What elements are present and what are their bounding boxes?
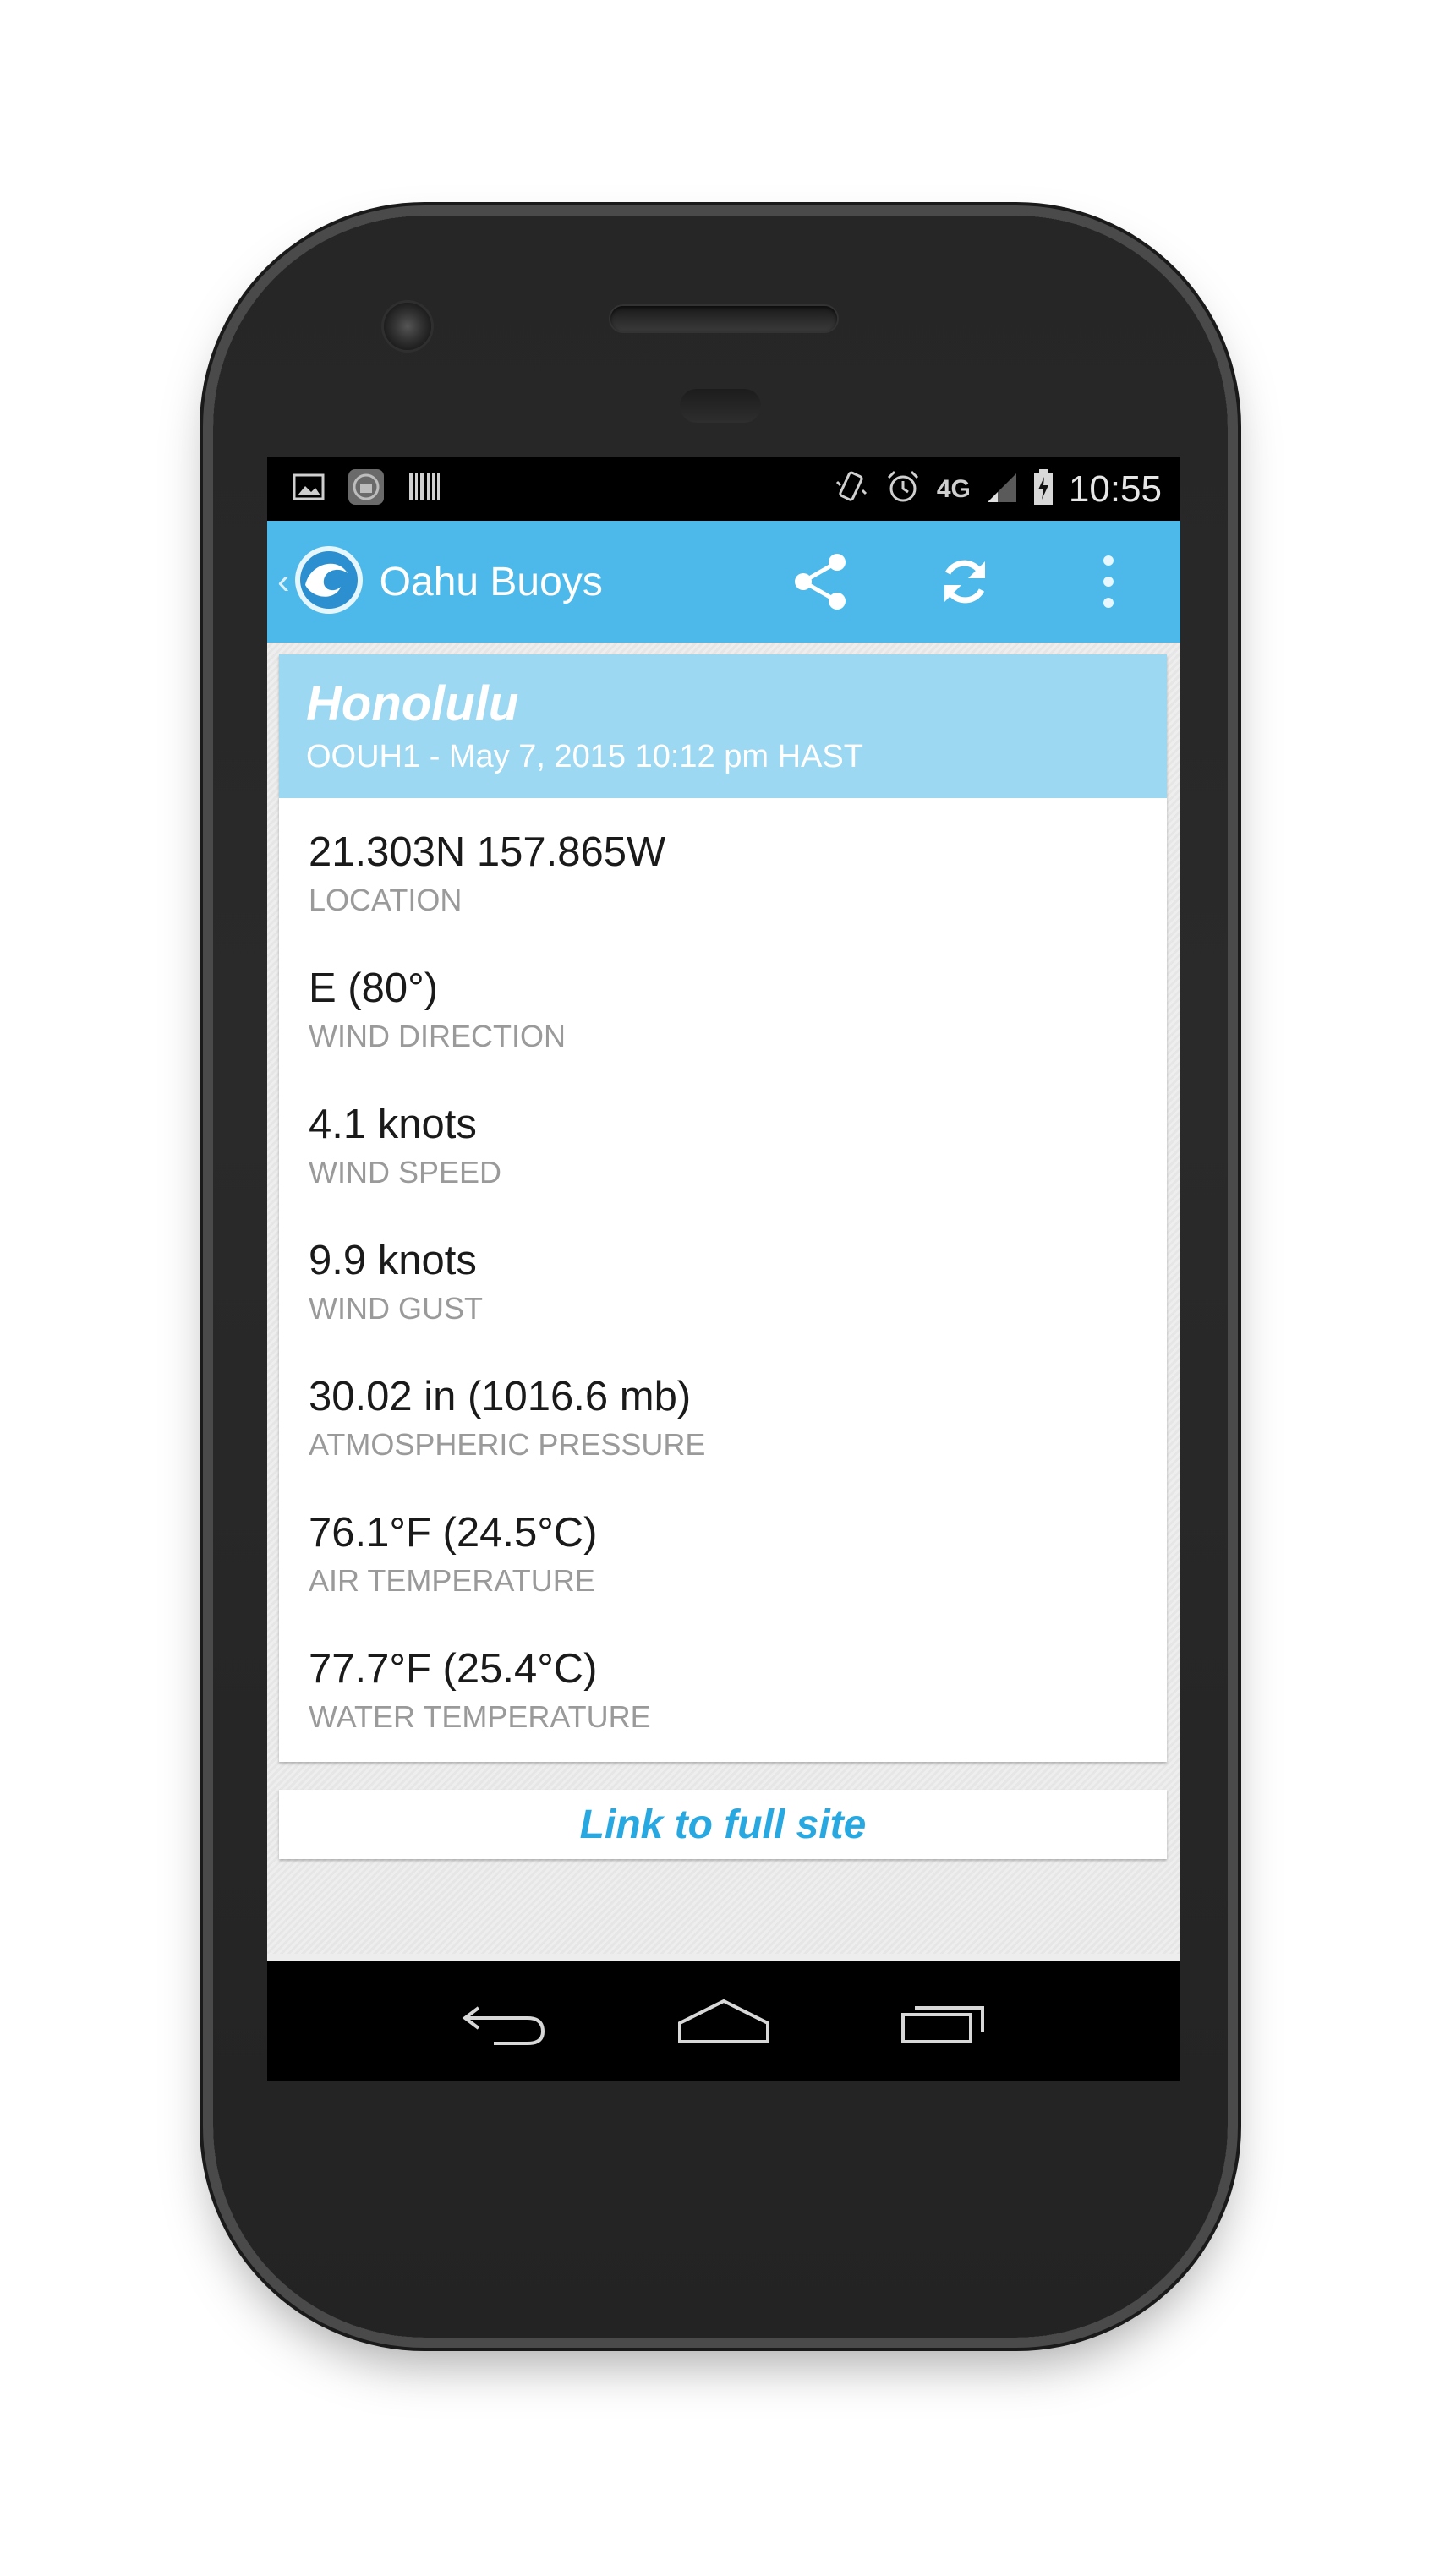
barcode-icon bbox=[408, 470, 441, 508]
station-name: Honolulu bbox=[306, 676, 519, 731]
reading-value: 21.303N 157.865W bbox=[309, 829, 666, 875]
reading-value: 77.7°F (25.4°C) bbox=[309, 1646, 598, 1692]
overflow-menu-icon bbox=[1103, 555, 1114, 608]
reading-value: 4.1 knots bbox=[309, 1102, 477, 1147]
proximity-sensor bbox=[680, 389, 761, 423]
share-button[interactable] bbox=[749, 521, 893, 643]
full-site-link-card[interactable]: Link to full site bbox=[279, 1790, 1167, 1859]
volume-button bbox=[1233, 1057, 1241, 1344]
content-area: Honolulu OOUH1 - May 7, 2015 10:12 pm HA… bbox=[267, 643, 1180, 1954]
reading-value: 76.1°F (24.5°C) bbox=[309, 1510, 598, 1556]
reading-row: 21.303N 157.865W LOCATION bbox=[279, 807, 1167, 943]
reading-label: WIND DIRECTION bbox=[309, 1018, 566, 1053]
reading-value: E (80°) bbox=[309, 965, 439, 1011]
front-camera bbox=[384, 303, 431, 350]
reading-row: 9.9 knots WIND GUST bbox=[279, 1215, 1167, 1351]
earpiece-speaker bbox=[610, 306, 837, 331]
refresh-icon bbox=[944, 560, 985, 604]
reading-row: E (80°) WIND DIRECTION bbox=[279, 943, 1167, 1079]
reading-label: WIND SPEED bbox=[309, 1154, 502, 1190]
station-subtitle: OOUH1 - May 7, 2015 10:12 pm HAST bbox=[306, 739, 863, 774]
network-type-label: 4G bbox=[936, 474, 971, 503]
home-button[interactable] bbox=[656, 1971, 791, 2072]
overflow-menu-button[interactable] bbox=[1037, 521, 1180, 643]
readings-list: 21.303N 157.865W LOCATION E (80°) WIND D… bbox=[279, 798, 1167, 1759]
refresh-button[interactable] bbox=[893, 521, 1037, 643]
share-icon bbox=[795, 554, 846, 610]
page-background: 4G 10:55 ‹ Oahu Buoys Honolulu OOUH1 - M… bbox=[0, 0, 1456, 2576]
home-icon bbox=[678, 1999, 769, 2043]
reading-row: 76.1°F (24.5°C) AIR TEMPERATURE bbox=[279, 1487, 1167, 1623]
reading-label: WIND GUST bbox=[309, 1290, 483, 1326]
recents-button[interactable] bbox=[876, 1971, 1011, 2072]
buoy-card: Honolulu OOUH1 - May 7, 2015 10:12 pm HA… bbox=[279, 654, 1167, 1762]
reading-row: 4.1 knots WIND SPEED bbox=[279, 1079, 1167, 1215]
navigation-bar bbox=[267, 1961, 1180, 2081]
app-logo-icon[interactable] bbox=[290, 544, 364, 620]
full-site-link[interactable]: Link to full site bbox=[580, 1802, 867, 1848]
status-time: 10:55 bbox=[1068, 468, 1162, 510]
reading-value: 9.9 knots bbox=[309, 1238, 477, 1283]
reading-row: 30.02 in (1016.6 mb) ATMOSPHERIC PRESSUR… bbox=[279, 1351, 1167, 1487]
signal-icon bbox=[986, 470, 1018, 508]
phone-screen: 4G 10:55 ‹ Oahu Buoys Honolulu OOUH1 - M… bbox=[267, 457, 1180, 2081]
recents-icon bbox=[901, 2006, 984, 2043]
reading-value: 30.02 in (1016.6 mb) bbox=[309, 1374, 692, 1419]
power-button bbox=[1233, 736, 1241, 879]
reading-row: 77.7°F (25.4°C) WATER TEMPERATURE bbox=[279, 1623, 1167, 1759]
alarm-icon bbox=[884, 468, 922, 510]
reading-label: AIR TEMPERATURE bbox=[309, 1562, 595, 1598]
reading-label: WATER TEMPERATURE bbox=[309, 1698, 651, 1734]
up-caret-icon[interactable]: ‹ bbox=[277, 561, 290, 603]
image-icon bbox=[293, 473, 325, 506]
back-button[interactable] bbox=[436, 1971, 572, 2072]
reading-label: LOCATION bbox=[309, 882, 463, 917]
back-icon bbox=[462, 2006, 545, 2045]
card-header: Honolulu OOUH1 - May 7, 2015 10:12 pm HA… bbox=[279, 654, 1167, 798]
battery-charging-icon bbox=[1033, 468, 1054, 510]
reading-label: ATMOSPHERIC PRESSURE bbox=[309, 1426, 706, 1462]
action-bar: ‹ Oahu Buoys bbox=[267, 521, 1180, 643]
lock-app-icon bbox=[347, 468, 386, 511]
app-title: Oahu Buoys bbox=[379, 559, 603, 604]
vibrate-icon bbox=[832, 468, 869, 510]
status-bar: 4G 10:55 bbox=[267, 457, 1180, 521]
